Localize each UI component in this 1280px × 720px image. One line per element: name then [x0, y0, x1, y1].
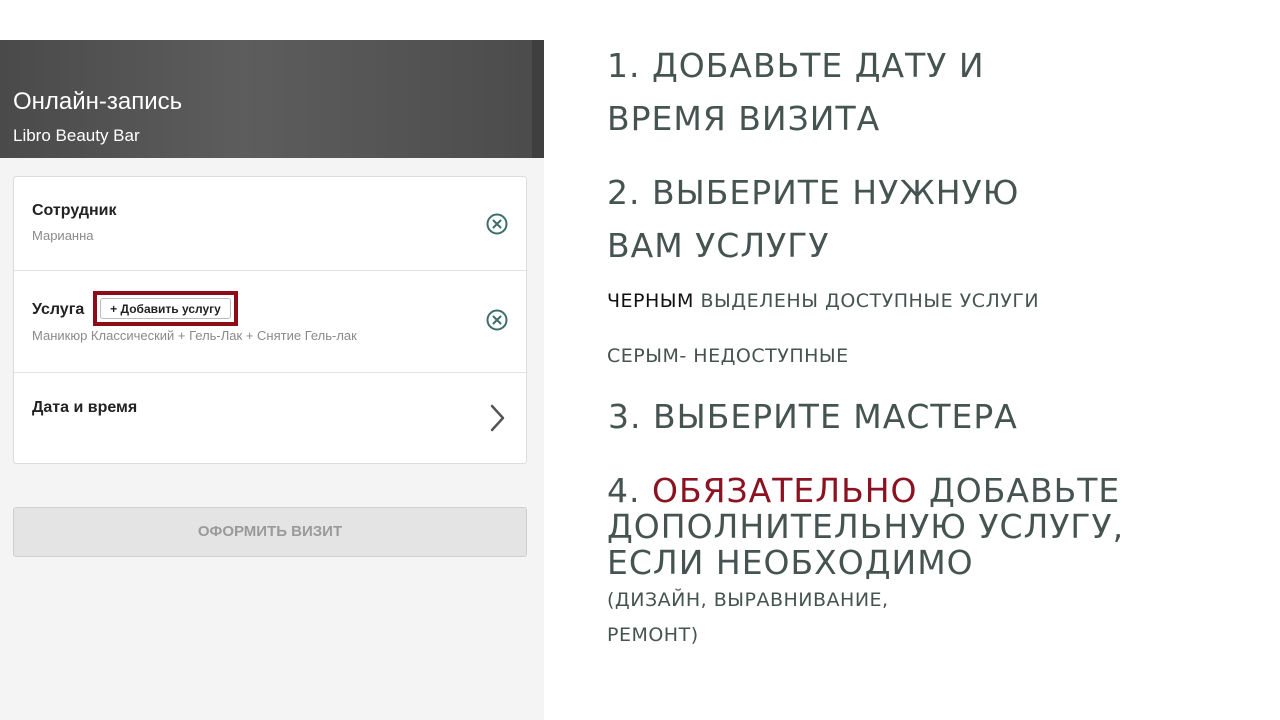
add-service-highlight: + Добавить услугу: [93, 291, 238, 326]
step4-line1: 4. ОБЯЗАТЕЛЬНО ДОБАВЬТЕ: [607, 471, 1120, 510]
note-available: ЧЕРНЫМ ВЫДЕЛЕНЫ ДОСТУПНЫЕ УСЛУГИ: [607, 290, 1039, 312]
note-unavailable: СЕРЫМ- НЕДОСТУПНЫЕ: [607, 345, 849, 367]
step1-line1: 1. ДОБАВЬТЕ ДАТУ И: [607, 46, 985, 85]
datetime-row[interactable]: Дата и время: [14, 373, 526, 463]
app-header: Онлайн-запись Libro Beauty Bar: [0, 40, 544, 158]
step1-line2: ВРЕМЯ ВИЗИТА: [607, 99, 881, 138]
chevron-right-icon[interactable]: [486, 403, 508, 433]
datetime-title: Дата и время: [32, 399, 138, 416]
booking-card: Сотрудник Марианна Услуга Маникюр Класси…: [13, 176, 527, 464]
service-title: Услуга: [32, 301, 85, 318]
close-circle-icon[interactable]: [486, 213, 508, 235]
employee-title: Сотрудник: [32, 202, 117, 219]
service-row[interactable]: Услуга Маникюр Классический + Гель-Лак +…: [14, 271, 526, 373]
booking-panel: Онлайн-запись Libro Beauty Bar Сотрудник…: [0, 40, 544, 720]
service-value: Маникюр Классический + Гель-Лак + Снятие…: [32, 328, 357, 343]
note-available-rest: ВЫДЕЛЕНЫ ДОСТУПНЫЕ УСЛУГИ: [693, 290, 1040, 312]
submit-visit-button[interactable]: ОФОРМИТЬ ВИЗИТ: [13, 507, 527, 557]
salon-name: Libro Beauty Bar: [13, 126, 140, 145]
step4-line3: ЕСЛИ НЕОБХОДИМО: [607, 543, 974, 582]
step4-accent: ОБЯЗАТЕЛЬНО: [651, 471, 918, 510]
step3: 3. ВЫБЕРИТЕ МАСТЕРА: [608, 397, 1018, 436]
employee-value: Марианна: [32, 228, 94, 243]
close-circle-icon[interactable]: [486, 309, 508, 331]
app-title: Онлайн-запись: [13, 88, 183, 115]
step4-rest: ДОБАВЬТЕ: [917, 471, 1121, 510]
step2-line2: ВАМ УСЛУГУ: [607, 226, 830, 265]
step4-note1: (ДИЗАЙН, ВЫРАВНИВАНИЕ,: [607, 589, 889, 611]
employee-row[interactable]: Сотрудник Марианна: [14, 177, 526, 271]
step2-line1: 2. ВЫБЕРИТЕ НУЖНУЮ: [607, 173, 1020, 212]
step4-line2: ДОПОЛНИТЕЛЬНУЮ УСЛУГУ,: [607, 507, 1125, 546]
step4-prefix: 4.: [607, 471, 652, 510]
step4-note2: РЕМОНТ): [607, 624, 699, 646]
add-service-button[interactable]: + Добавить услугу: [100, 298, 231, 319]
note-available-black: ЧЕРНЫМ: [607, 290, 694, 312]
